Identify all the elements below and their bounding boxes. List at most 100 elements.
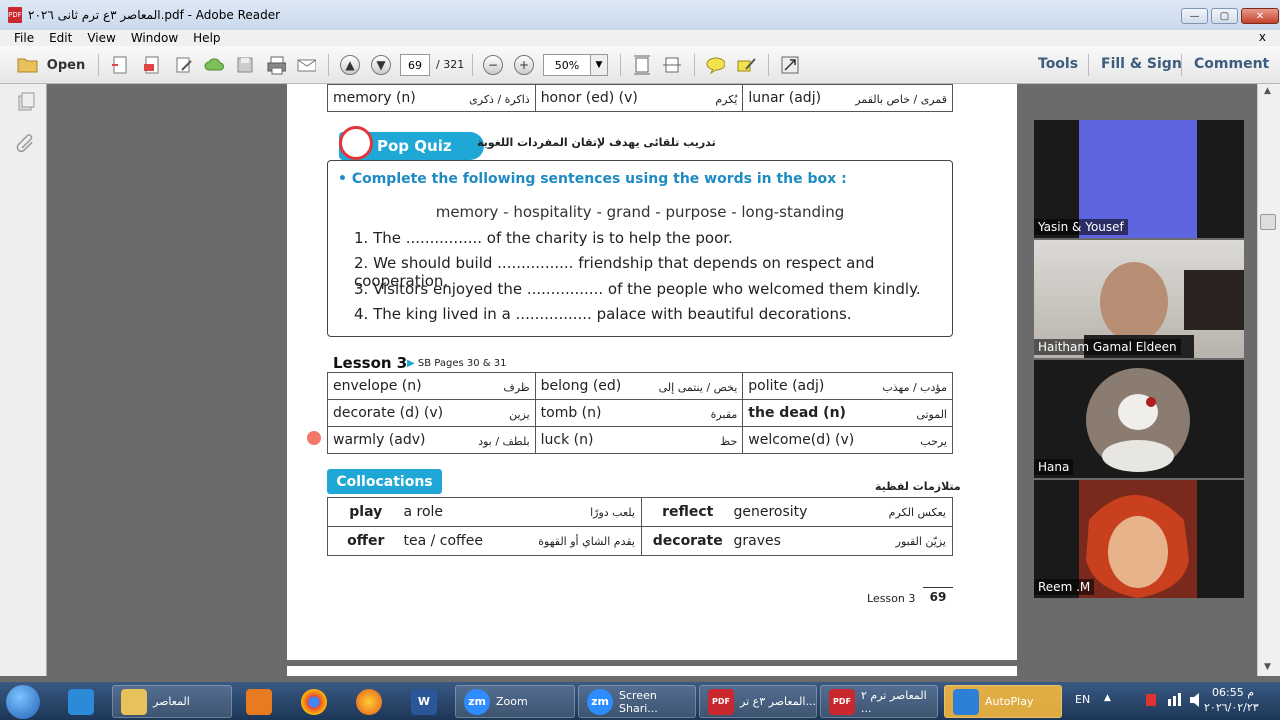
colloc-verb: play [327,497,404,527]
collocations-table: play a role يلعب دورًا reflect generosit… [327,497,953,556]
participant-tile[interactable]: Haitham Gamal Eldeen [1034,240,1244,358]
fit-width-icon[interactable] [662,55,682,75]
cloud-upload-icon[interactable] [204,55,224,75]
minimize-button[interactable]: — [1181,8,1208,24]
vocab-cell: memory (n) ذاكرة / ذكرى [327,84,536,112]
taskbar-pdf-1[interactable]: PDF المعاصر ٣ع تر... [699,685,817,718]
open-button[interactable]: Open [16,55,86,75]
full-screen-icon[interactable] [780,55,800,75]
table-row: decorate (d) (v) يزين tomb (n) مقبرة the d… [327,399,953,427]
table-row: memory (n) ذاكرة / ذكرى honor (ed) (v) يُك… [327,84,953,112]
print-icon[interactable] [266,55,286,75]
zoom-input[interactable]: 50% [543,54,591,76]
show-hidden-icons[interactable]: ▲ [1104,693,1111,703]
zoom-dropdown-button[interactable]: ▼ [590,54,608,76]
vocab-ar: الموتى [916,408,947,421]
colloc-arabic: يلعب دورًا [513,497,642,527]
vocab-ar: ذاكرة / ذكرى [469,93,530,106]
menu-help[interactable]: Help [193,31,220,45]
colloc-object: a role [403,497,514,527]
vocab-ar: مؤدب / مهذب [882,381,947,394]
vocab-top-row-table: memory (n) ذاكرة / ذكرى honor (ed) (v) يُك… [327,84,953,112]
highlight-icon[interactable] [736,55,756,75]
save-icon[interactable] [235,55,255,75]
vocab-ar: يرحب [920,435,947,448]
clock-time[interactable]: 06:55 م [1212,686,1254,699]
vocab-en: warmly (adv) [333,432,426,448]
zoom-out-button[interactable]: − [483,55,503,75]
sticky-note-icon[interactable] [705,55,725,75]
maximize-button[interactable]: ▢ [1211,8,1238,24]
taskbar-chrome[interactable] [293,685,337,718]
participant-name: Reem .M [1034,579,1095,595]
vocab-en: polite (adj) [748,378,825,394]
taskbar-autoplay[interactable]: AutoPlay [944,685,1062,718]
colloc-arabic: يعكس الكرم [843,497,953,527]
comment-link[interactable]: Comment [1194,56,1269,72]
pdf-icon: PDF [829,688,855,715]
arrow-down-icon: ▼ [371,55,391,75]
fit-page-icon[interactable] [632,55,652,75]
taskbar-explorer[interactable]: المعاصر [112,685,232,718]
autoplay-icon [953,688,979,715]
taskbar-firefox[interactable] [348,685,392,718]
vocab-ar: يزين [509,408,530,421]
page-total: / 321 [436,58,465,71]
menu-edit[interactable]: Edit [49,31,72,45]
scroll-up-icon[interactable]: ▲ [1264,86,1271,96]
document-close-button[interactable]: x [1259,30,1266,44]
zoom-video-panel: Yasin & Yousef Haitham Gamal Eldeen Hana [1034,120,1244,598]
clock-date[interactable]: ٢٠٢٦/٠٢/٢٣ [1204,701,1259,714]
vocab-cell: polite (adj) مؤدب / مهذب [742,372,953,400]
zoom-icon: zm [464,688,490,715]
participant-tile[interactable]: Reem .M [1034,480,1244,598]
menu-view[interactable]: View [87,31,115,45]
menu-file[interactable]: File [14,31,34,45]
fill-sign-link[interactable]: Fill & Sign [1101,56,1182,72]
quiz-sentence: 3. Visitors enjoyed the ................… [354,280,921,298]
taskbar-word[interactable]: W [403,685,447,718]
tools-link[interactable]: Tools [1038,56,1078,72]
word-icon: W [411,688,437,715]
vocab-cell: honor (ed) (v) يُكرم [534,84,744,112]
close-button[interactable]: ✕ [1241,8,1279,24]
next-page-button[interactable]: ▼ [371,55,391,75]
tray-icons[interactable] [1144,691,1204,712]
vertical-scrollbar[interactable]: ▲ ▼ [1257,84,1280,676]
pdf-icon: PDF [708,688,734,715]
export-pdf-icon[interactable] [142,55,162,75]
pop-quiz-arabic: تدريب تلقائى يهدف لإتقان المفردات اللغوي… [477,136,716,149]
scroll-thumb[interactable] [1260,214,1276,230]
menu-window[interactable]: Window [131,31,178,45]
edit-pdf-icon[interactable] [174,55,194,75]
participant-tile[interactable]: Hana [1034,360,1244,478]
taskbar-ie[interactable] [60,685,104,718]
page-thumbnails-icon[interactable] [16,92,36,112]
taskbar: المعاصر W zm Zoom zm Screen Shari... PDF ال… [0,682,1280,720]
zoom-in-button[interactable]: + [514,55,534,75]
attachments-icon[interactable] [16,132,36,153]
annotation-cursor-icon [307,431,321,445]
taskbar-zoom[interactable]: zm Zoom [455,685,575,718]
desktop: PDF المعاصر ٣ع ترم ثانى ٢٠٢٦.pdf - Adobe… [0,0,1280,720]
quiz-instruction: • Complete the following sentences using… [338,171,847,187]
menu-bar: File Edit View Window Help x [0,30,1280,46]
colloc-arabic: يزيّن القبور [843,526,953,556]
participant-tile[interactable]: Yasin & Yousef [1034,120,1244,238]
vocab-en: honor (ed) (v) [540,90,638,106]
taskbar-media[interactable] [238,685,282,718]
arrow-up-icon: ▲ [340,55,360,75]
taskbar-pdf-2[interactable]: PDF المعاصر ترم ٢ ... [820,685,938,718]
previous-page-button[interactable]: ▲ [340,55,360,75]
create-pdf-icon[interactable] [110,55,130,75]
email-icon[interactable] [296,55,316,75]
vocab-ar: يُكرم [715,93,738,106]
play-triangle-icon: ▶ [407,358,415,369]
taskbar-screen-share[interactable]: zm Screen Shari... [578,685,696,718]
language-indicator[interactable]: EN [1075,693,1090,706]
vocab-cell: belong (ed) يخص / ينتمى إلى [534,372,744,400]
page-number-input[interactable]: 69 [400,54,430,76]
colloc-object: graves [733,526,844,556]
start-button[interactable] [6,685,40,719]
scroll-down-icon[interactable]: ▼ [1264,662,1271,672]
